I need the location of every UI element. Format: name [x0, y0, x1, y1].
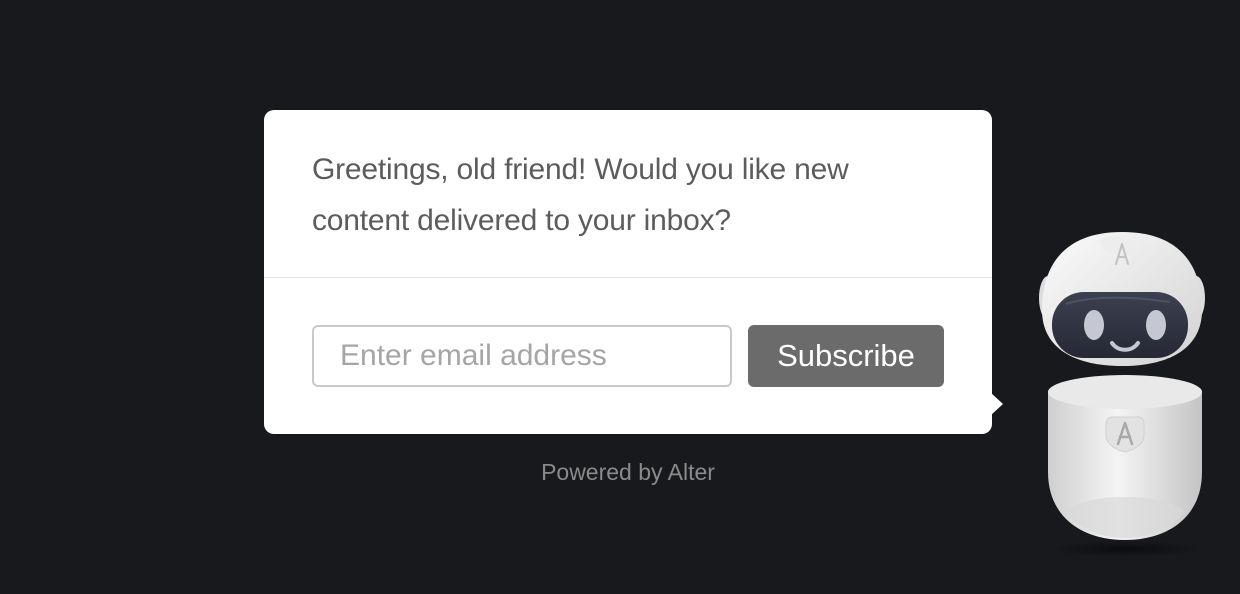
mascot-shadow	[1048, 541, 1204, 557]
mascot-eye-right	[1146, 310, 1166, 340]
email-input[interactable]	[312, 325, 732, 387]
mascot-eye-left	[1084, 310, 1104, 340]
subscribe-popup: Greetings, old friend! Would you like ne…	[264, 110, 1003, 434]
subscribe-button[interactable]: Subscribe	[748, 325, 944, 387]
mascot-body-base	[1066, 497, 1184, 538]
speech-pointer	[991, 393, 1003, 415]
mascot-body-rim	[1048, 375, 1202, 409]
popup-message: Greetings, old friend! Would you like ne…	[312, 153, 849, 237]
page-background: Greetings, old friend! Would you like ne…	[0, 0, 1240, 594]
popup-divider	[264, 277, 992, 278]
powered-by-link[interactable]: Powered by Alter	[264, 459, 992, 486]
robot-mascot-icon[interactable]	[1030, 222, 1214, 562]
